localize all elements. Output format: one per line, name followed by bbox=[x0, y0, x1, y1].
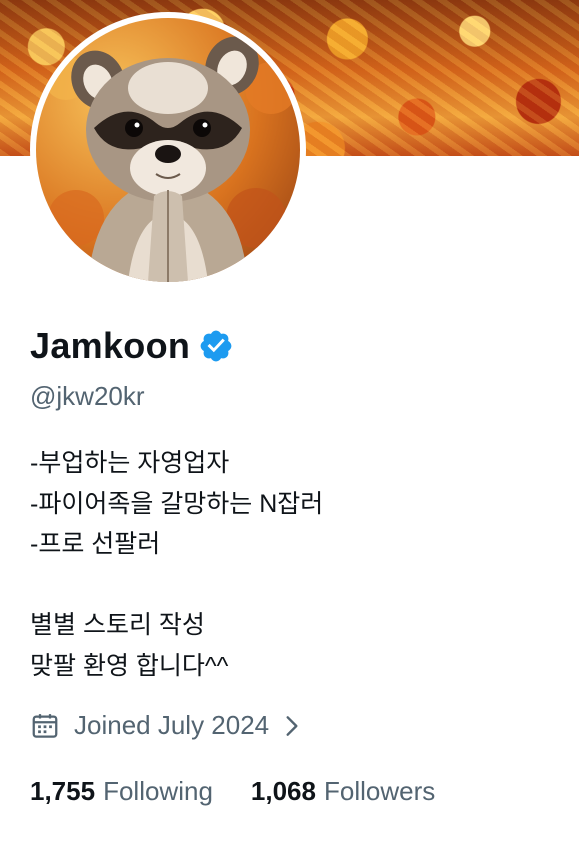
bio-line bbox=[30, 565, 323, 606]
following-label: Following bbox=[103, 776, 213, 806]
user-handle: @jkw20kr bbox=[30, 381, 145, 411]
joined-date-label: Joined July 2024 bbox=[74, 710, 270, 740]
avatar-image bbox=[36, 18, 300, 282]
chevron-right-icon bbox=[286, 715, 298, 736]
avatar[interactable] bbox=[30, 12, 306, 288]
bio-line: -부업하는 자영업자 bbox=[30, 449, 230, 477]
bio-line: 맞팔 환영 합니다^^ bbox=[30, 651, 229, 680]
followers-count: 1,068 bbox=[250, 776, 316, 806]
bio-line: -파이어족을 갈망하는 N잡러 bbox=[30, 489, 324, 518]
follow-stats: 1,755 Following 1,068 Followers bbox=[30, 776, 473, 807]
calendar-icon bbox=[32, 713, 58, 738]
display-name: Jamkoon bbox=[30, 325, 191, 366]
joined-date-row[interactable]: Joined July 2024 bbox=[30, 710, 303, 741]
followers-label: Followers bbox=[323, 776, 436, 806]
bio-line: 별별 스토리 작성 bbox=[30, 611, 205, 639]
name-row: Jamkoon bbox=[30, 325, 234, 367]
followers-link[interactable]: 1,068 Followers bbox=[251, 776, 435, 807]
verified-badge-icon[interactable] bbox=[198, 328, 234, 364]
raccoon-illustration bbox=[44, 36, 297, 282]
following-count: 1,755 bbox=[30, 776, 96, 806]
bio-line: -프로 선팔러 bbox=[30, 530, 161, 558]
profile-bio: -부업하는 자영업자 -파이어족을 갈망하는 N잡러 -프로 선팔러 별별 스토… bbox=[30, 443, 323, 686]
following-link[interactable]: 1,755 Following bbox=[30, 776, 213, 807]
